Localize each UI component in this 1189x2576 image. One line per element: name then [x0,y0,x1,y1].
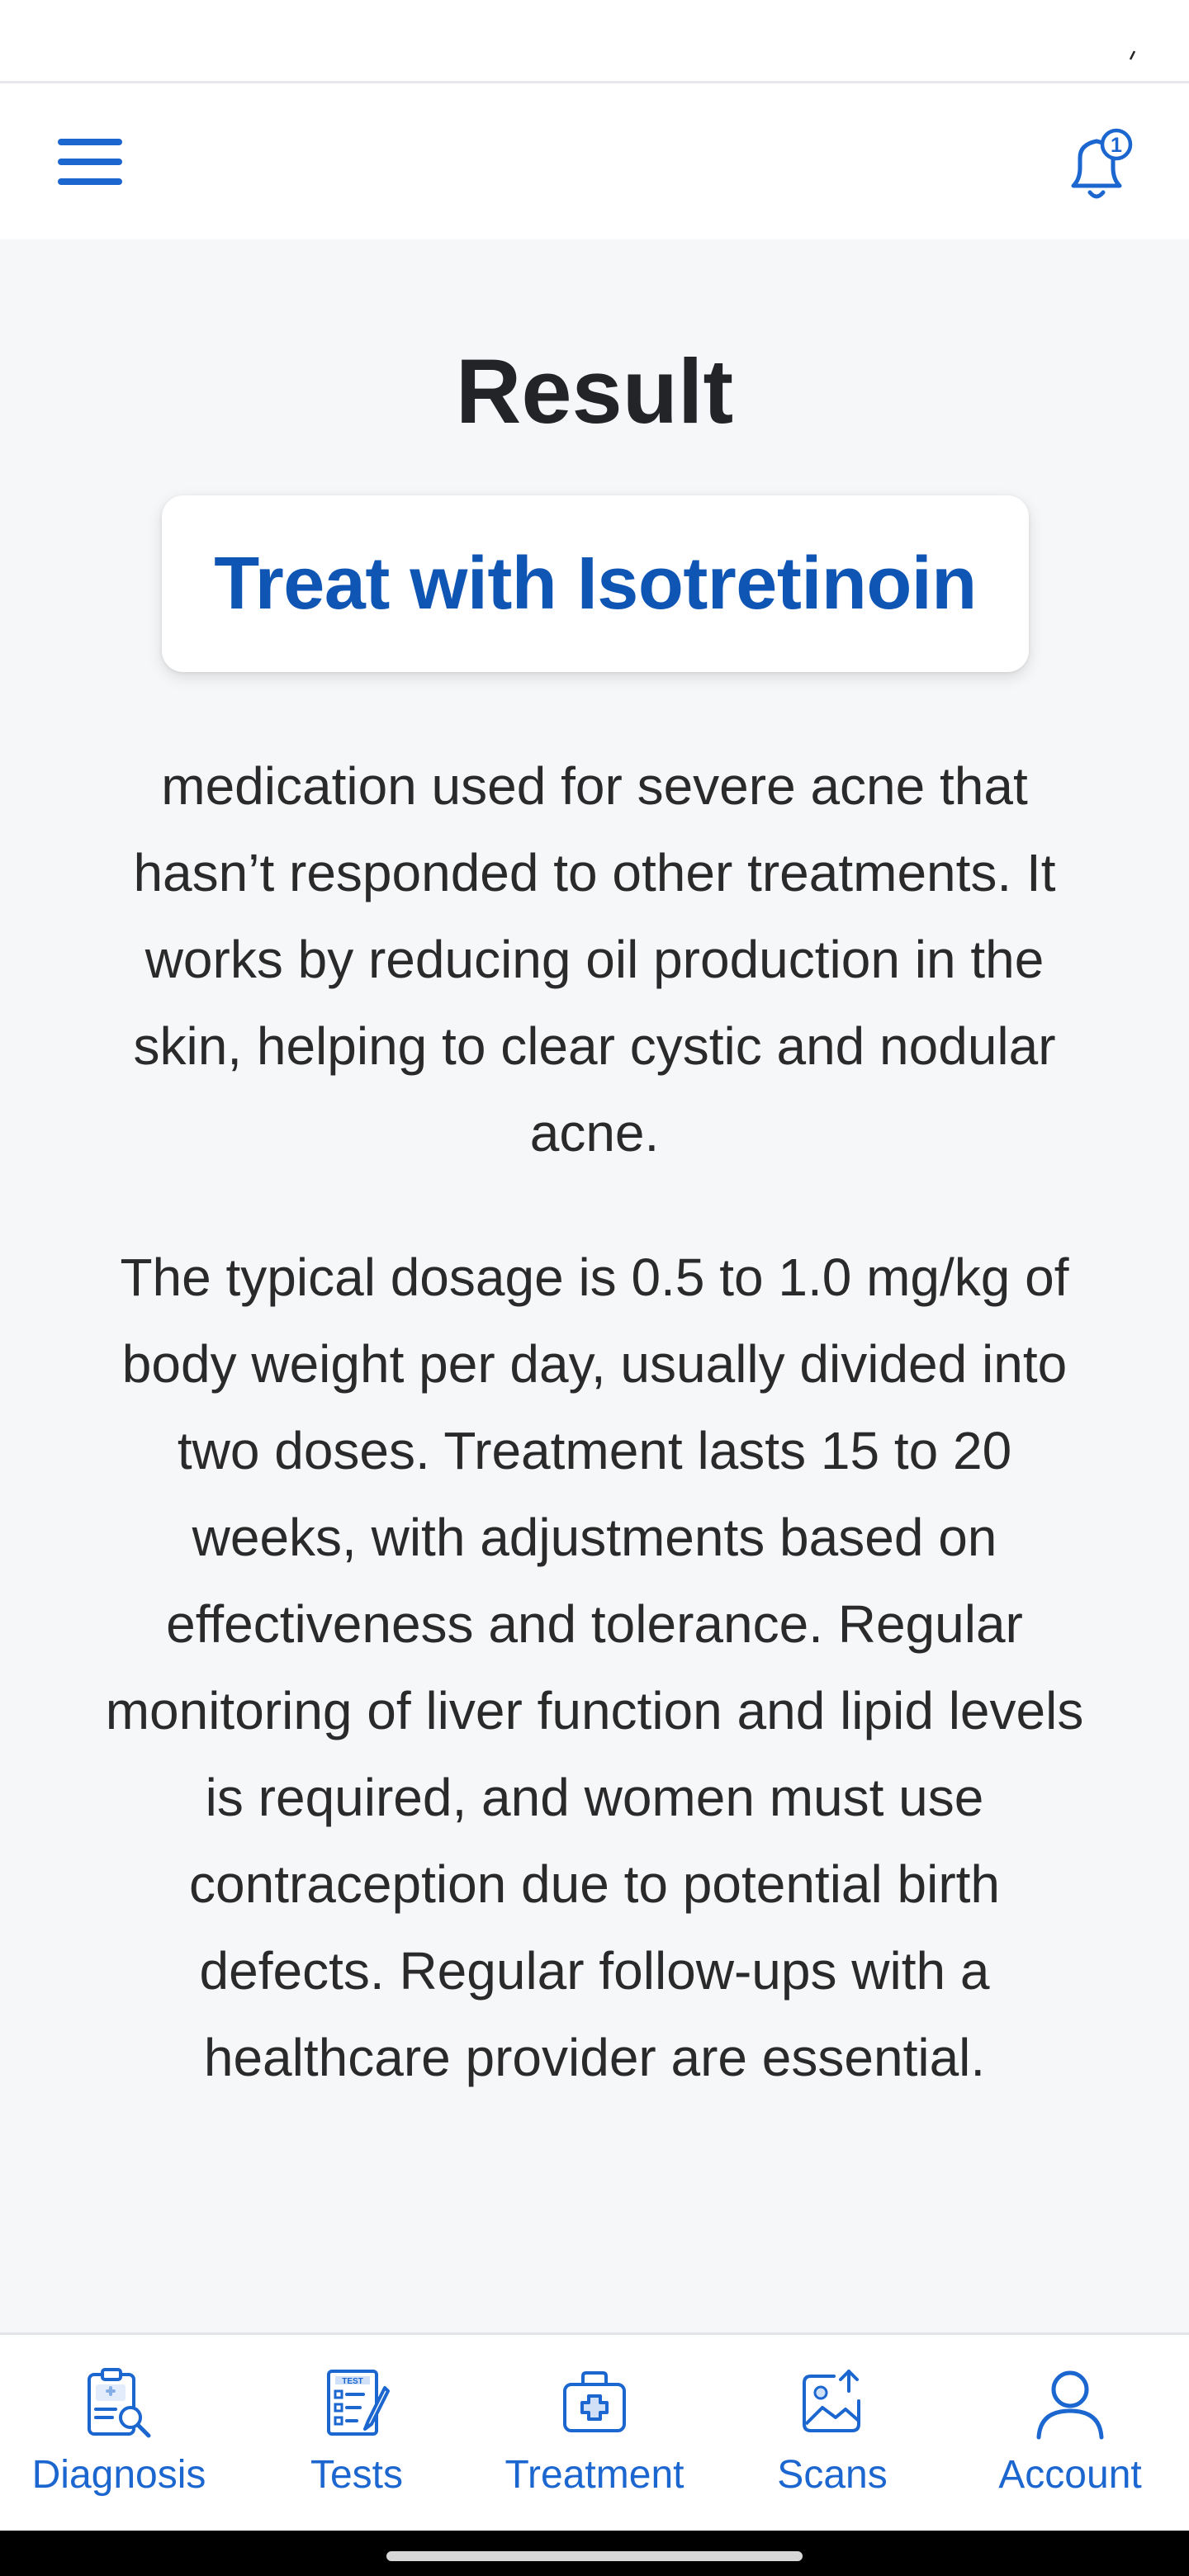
nav-item-treatment[interactable]: Treatment [476,2335,713,2533]
main-content: Result Treat with Isotretinoin medicatio… [0,239,1189,2332]
treatment-description: medication used for severe acne that has… [133,756,1056,1163]
nav-item-scans[interactable]: Scans [713,2335,951,2533]
result-label: Treat with Isotretinoin [214,542,977,625]
nav-label-scans: Scans [777,2453,888,2497]
nav-item-account[interactable]: Account [951,2335,1189,2533]
top-app-bar: 1 [0,81,1189,239]
result-card: Treat with Isotretinoin [162,495,1029,672]
clipboard-magnifier-icon [88,2368,151,2438]
notification-count-badge: 1 [1111,134,1122,157]
nav-label-treatment: Treatment [504,2453,685,2497]
dosage-info: The typical dosage is 0.5 to 1.0 mg/kg o… [105,1248,1084,2087]
nav-label-tests: Tests [310,2453,404,2497]
page-title: Result [455,341,734,443]
status-indicator-icon [1129,50,1136,60]
hamburger-menu-icon [58,139,122,185]
nav-item-tests[interactable]: TEST Tests [238,2335,476,2533]
test-checklist-icon: TEST [327,2370,390,2436]
nav-item-diagnosis[interactable]: Diagnosis [0,2335,238,2533]
nav-label-account: Account [998,2453,1142,2497]
home-gesture-handle[interactable] [386,2551,803,2561]
nav-label-diagnosis: Diagnosis [31,2453,206,2497]
medical-kit-icon [563,2371,626,2432]
system-navigation-bar [0,2531,1189,2576]
notifications-button[interactable]: 1 [1055,125,1138,207]
image-upload-icon [803,2370,860,2432]
svg-text:TEST: TEST [342,2377,363,2386]
status-bar [0,0,1189,81]
bottom-navigation: Diagnosis TEST Tests Treatment Scans Acc… [0,2332,1189,2531]
menu-button[interactable] [50,125,132,199]
notification-bell-icon: 1 [1071,128,1133,199]
user-icon [1036,2370,1104,2440]
